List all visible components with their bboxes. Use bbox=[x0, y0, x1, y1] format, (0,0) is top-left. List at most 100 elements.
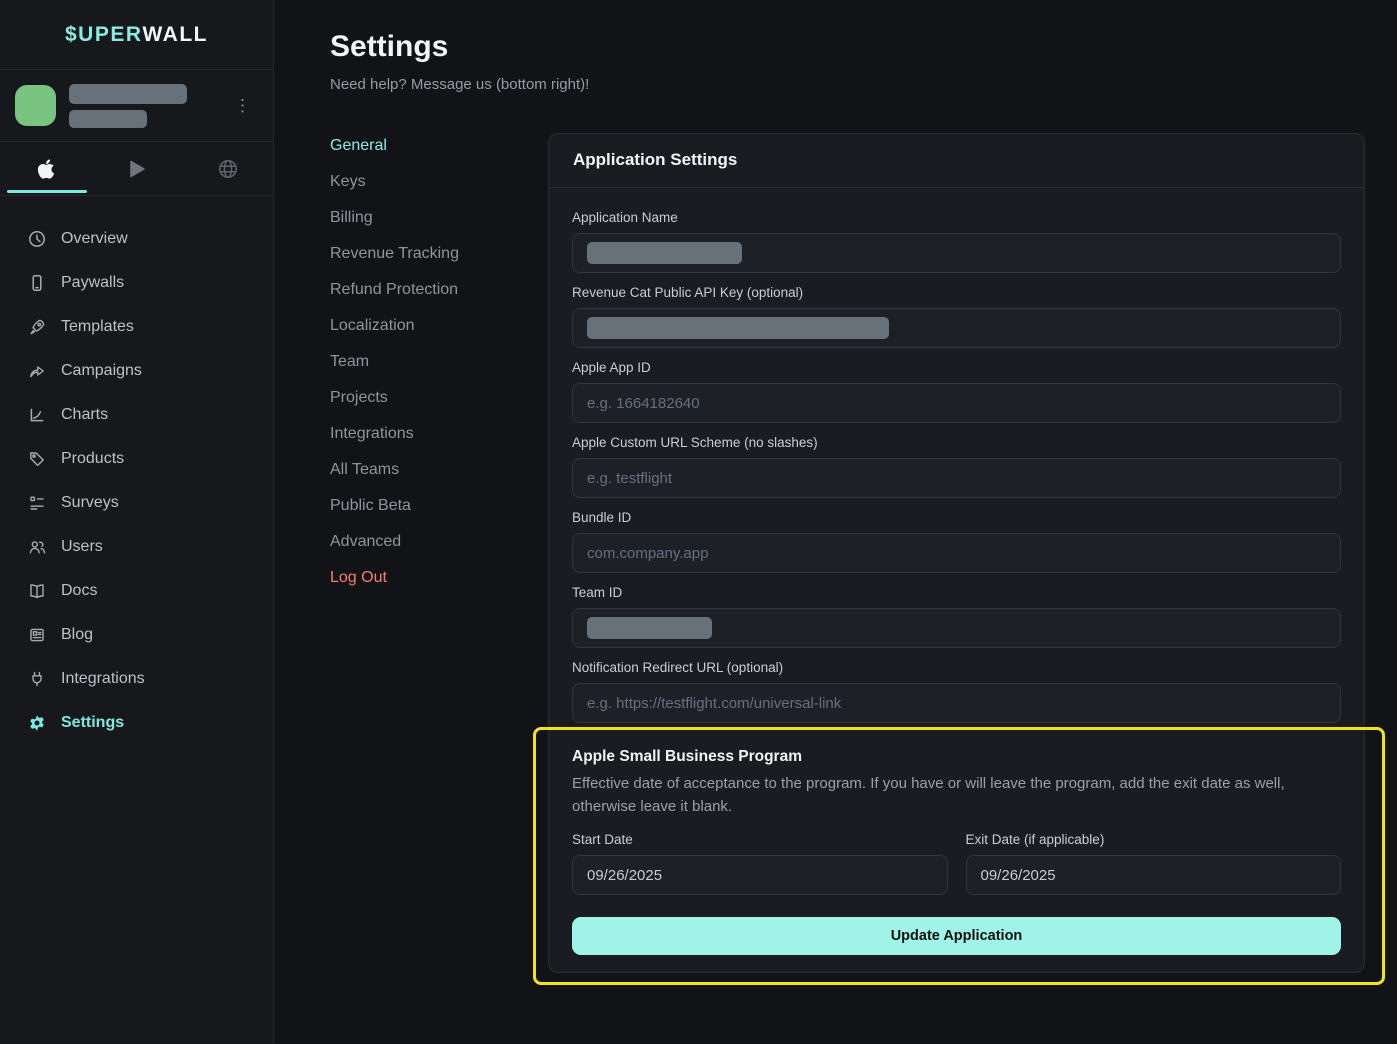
sidebar-item-products[interactable]: Products bbox=[0, 437, 273, 481]
superwall-logo[interactable]: $UPERWALL bbox=[0, 0, 273, 70]
apple-app-id-input[interactable] bbox=[572, 383, 1341, 423]
settings-nav-all-teams[interactable]: All Teams bbox=[330, 459, 548, 480]
exit-date-input[interactable] bbox=[966, 855, 1342, 895]
application-name-input[interactable] bbox=[572, 233, 1341, 273]
main-content: Settings Need help? Message us (bottom r… bbox=[274, 0, 1397, 1044]
apple-icon bbox=[36, 158, 56, 180]
sidebar-item-blog[interactable]: Blog bbox=[0, 613, 273, 657]
sidebar-item-campaigns[interactable]: Campaigns bbox=[0, 349, 273, 393]
page-title: Settings bbox=[330, 30, 1365, 64]
logo-accent-text: $UPER bbox=[65, 23, 143, 47]
platform-tabs bbox=[0, 142, 273, 196]
clock-icon bbox=[27, 230, 46, 249]
checklist-icon bbox=[27, 494, 46, 513]
redacted-value-bar bbox=[587, 317, 889, 339]
settings-nav-revenue-tracking[interactable]: Revenue Tracking bbox=[330, 243, 548, 264]
settings-nav: General Keys Billing Revenue Tracking Re… bbox=[330, 133, 548, 973]
apple-app-id-label: Apple App ID bbox=[572, 360, 1341, 376]
exit-date-label: Exit Date (if applicable) bbox=[966, 832, 1342, 848]
card-title: Application Settings bbox=[549, 134, 1364, 188]
plug-icon bbox=[27, 670, 46, 689]
application-settings-card: Application Settings Application Name Re… bbox=[548, 133, 1365, 973]
play-icon bbox=[125, 157, 149, 181]
sidebar-item-surveys[interactable]: Surveys bbox=[0, 481, 273, 525]
sidebar-item-label: Templates bbox=[61, 318, 134, 336]
start-date-input[interactable] bbox=[572, 855, 948, 895]
update-application-button[interactable]: Update Application bbox=[572, 917, 1341, 955]
app-avatar bbox=[15, 85, 56, 126]
team-id-input[interactable] bbox=[572, 608, 1341, 648]
settings-nav-projects[interactable]: Projects bbox=[330, 387, 548, 408]
settings-nav-integrations[interactable]: Integrations bbox=[330, 423, 548, 444]
sidebar-item-paywalls[interactable]: Paywalls bbox=[0, 261, 273, 305]
tab-web[interactable] bbox=[182, 142, 273, 195]
logo-rest-text: WALL bbox=[143, 23, 208, 47]
apple-url-scheme-label: Apple Custom URL Scheme (no slashes) bbox=[572, 435, 1341, 451]
gear-icon bbox=[27, 714, 46, 733]
sidebar-item-charts[interactable]: Charts bbox=[0, 393, 273, 437]
settings-nav-advanced[interactable]: Advanced bbox=[330, 531, 548, 552]
team-id-label: Team ID bbox=[572, 585, 1341, 601]
sidebar-item-label: Products bbox=[61, 450, 124, 468]
small-business-title: Apple Small Business Program bbox=[572, 749, 1341, 765]
redacted-value-bar bbox=[587, 617, 712, 639]
bundle-id-input[interactable] bbox=[572, 533, 1341, 573]
apple-url-scheme-input[interactable] bbox=[572, 458, 1341, 498]
notification-redirect-url-label: Notification Redirect URL (optional) bbox=[572, 660, 1341, 676]
sidebar-item-label: Integrations bbox=[61, 670, 145, 688]
sidebar-item-overview[interactable]: Overview bbox=[0, 217, 273, 261]
settings-nav-log-out[interactable]: Log Out bbox=[330, 567, 548, 588]
forward-arrow-icon bbox=[27, 362, 46, 381]
settings-nav-refund-protection[interactable]: Refund Protection bbox=[330, 279, 548, 300]
phone-icon bbox=[27, 274, 46, 293]
active-tab-indicator bbox=[7, 190, 87, 193]
tab-google-play[interactable] bbox=[91, 142, 182, 195]
bundle-id-label: Bundle ID bbox=[572, 510, 1341, 526]
redacted-value-bar bbox=[587, 242, 742, 264]
kebab-menu-icon[interactable]: ⋮ bbox=[228, 93, 257, 118]
notification-redirect-url-input[interactable] bbox=[572, 683, 1341, 723]
sidebar-item-integrations[interactable]: Integrations bbox=[0, 657, 273, 701]
tab-apple[interactable] bbox=[0, 142, 91, 195]
settings-nav-general[interactable]: General bbox=[330, 135, 548, 156]
sidebar-item-label: Overview bbox=[61, 230, 128, 248]
sidebar-item-label: Paywalls bbox=[61, 274, 124, 292]
sidebar-item-users[interactable]: Users bbox=[0, 525, 273, 569]
sidebar-item-label: Surveys bbox=[61, 494, 119, 512]
redacted-app-subtitle-bar bbox=[69, 110, 147, 128]
sidebar-item-label: Docs bbox=[61, 582, 97, 600]
small-business-description: Effective date of acceptance to the prog… bbox=[572, 772, 1340, 818]
revenuecat-api-key-label: Revenue Cat Public API Key (optional) bbox=[572, 285, 1341, 301]
start-date-label: Start Date bbox=[572, 832, 948, 848]
sidebar-item-templates[interactable]: Templates bbox=[0, 305, 273, 349]
apple-small-business-section: Apple Small Business Program Effective d… bbox=[572, 749, 1341, 955]
sidebar-item-label: Users bbox=[61, 538, 103, 556]
sidebar-item-label: Blog bbox=[61, 626, 93, 644]
settings-nav-public-beta[interactable]: Public Beta bbox=[330, 495, 548, 516]
revenuecat-api-key-input[interactable] bbox=[572, 308, 1341, 348]
sidebar-item-label: Charts bbox=[61, 406, 108, 424]
newspaper-icon bbox=[27, 626, 46, 645]
sidebar-item-docs[interactable]: Docs bbox=[0, 569, 273, 613]
application-name-label: Application Name bbox=[572, 210, 1341, 226]
settings-nav-localization[interactable]: Localization bbox=[330, 315, 548, 336]
rocket-icon bbox=[27, 318, 46, 337]
superwall-settings-page: $UPERWALL ⋮ bbox=[0, 0, 1397, 1044]
sidebar-item-settings[interactable]: Settings bbox=[0, 701, 273, 745]
settings-nav-team[interactable]: Team bbox=[330, 351, 548, 372]
page-subtitle: Need help? Message us (bottom right)! bbox=[330, 76, 1365, 93]
app-name-redacted bbox=[69, 84, 215, 128]
book-icon bbox=[27, 582, 46, 601]
tag-icon bbox=[27, 450, 46, 469]
line-chart-icon bbox=[27, 406, 46, 425]
sidebar-item-label: Campaigns bbox=[61, 362, 142, 380]
sidebar-nav: Overview Paywalls Templates Campaigns Ch… bbox=[0, 196, 273, 745]
app-selector[interactable]: ⋮ bbox=[0, 70, 273, 142]
people-icon bbox=[27, 538, 46, 557]
sidebar-item-label: Settings bbox=[61, 714, 124, 732]
globe-icon bbox=[217, 158, 239, 180]
settings-nav-keys[interactable]: Keys bbox=[330, 171, 548, 192]
redacted-app-title-bar bbox=[69, 84, 187, 104]
sidebar: $UPERWALL ⋮ bbox=[0, 0, 274, 1044]
settings-nav-billing[interactable]: Billing bbox=[330, 207, 548, 228]
